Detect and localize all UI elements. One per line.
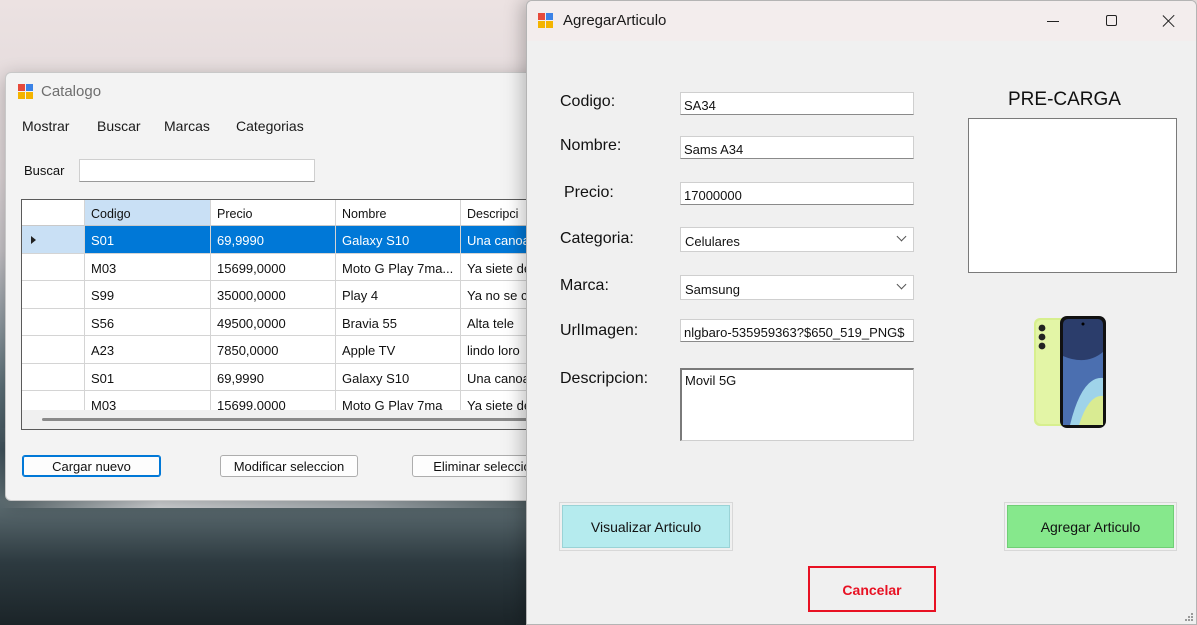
cell-nombre[interactable]: Moto G Play 7ma... xyxy=(336,253,461,281)
menu-bar: Mostrar Buscar Marcas Categorias xyxy=(6,115,564,139)
cell-codigo[interactable]: M03 xyxy=(85,253,211,281)
row-header[interactable] xyxy=(22,226,85,254)
catalogo-window: Catalogo Mostrar Buscar Marcas Categoria… xyxy=(5,72,565,501)
marca-value: Samsung xyxy=(685,282,740,297)
categoria-select[interactable]: Celulares xyxy=(680,227,914,252)
phone-preview-image xyxy=(1034,316,1106,428)
horizontal-scrollbar[interactable] xyxy=(22,410,564,429)
agregar-titlebar[interactable]: AgregarArticulo xyxy=(527,1,1196,41)
catalogo-titlebar[interactable]: Catalogo xyxy=(6,73,564,111)
cargar-nuevo-button[interactable]: Cargar nuevo xyxy=(22,455,161,477)
cell-nombre[interactable]: Apple TV xyxy=(336,336,461,364)
minimize-icon xyxy=(1047,21,1059,22)
cell-codigo[interactable]: S01 xyxy=(85,363,211,391)
cell-precio[interactable]: 69,9990 xyxy=(211,226,336,254)
maximize-icon xyxy=(1106,15,1117,26)
cell-precio[interactable]: 7850,0000 xyxy=(211,336,336,364)
window-title: Catalogo xyxy=(41,83,102,100)
cell-codigo[interactable]: S56 xyxy=(85,308,211,336)
row-header[interactable] xyxy=(22,281,85,309)
table-row[interactable]: A23 7850,0000 Apple TV lindo loro xyxy=(22,336,564,364)
search-label: Buscar xyxy=(24,163,65,178)
precio-field[interactable]: 17000000 xyxy=(680,182,914,205)
agregar-articulo-window: AgregarArticulo Codigo: SA34 Nombre: Sam… xyxy=(526,0,1197,625)
menu-mostrar[interactable]: Mostrar xyxy=(22,118,69,134)
chevron-down-icon xyxy=(896,279,907,290)
cell-precio[interactable]: 49500,0000 xyxy=(211,308,336,336)
grid-header: Codigo Precio Nombre Descripci xyxy=(22,200,564,226)
table-row[interactable]: M03 15699,0000 Moto G Play 7ma... Ya sie… xyxy=(22,253,564,281)
cancelar-button[interactable]: Cancelar xyxy=(808,566,936,612)
nombre-label: Nombre: xyxy=(560,137,622,154)
precio-label: Precio: xyxy=(564,184,614,201)
cell-precio[interactable]: 15699,0000 xyxy=(211,253,336,281)
window-title: AgregarArticulo xyxy=(563,12,667,29)
categoria-value: Celulares xyxy=(685,234,740,249)
descripcion-textarea[interactable]: Movil 5G xyxy=(680,368,914,441)
nombre-field[interactable]: Sams A34 xyxy=(680,136,914,159)
scrollbar-thumb[interactable] xyxy=(42,418,542,421)
row-header[interactable] xyxy=(22,336,85,364)
cell-nombre[interactable]: Galaxy S10 xyxy=(336,226,461,254)
codigo-field[interactable]: SA34 xyxy=(680,92,914,115)
column-header-precio[interactable]: Precio xyxy=(211,200,336,226)
descripcion-label: Descripcion: xyxy=(560,370,649,387)
articles-grid[interactable]: Codigo Precio Nombre Descripci S01 69,99… xyxy=(21,199,564,430)
cell-codigo[interactable]: A23 xyxy=(85,336,211,364)
app-icon xyxy=(538,13,554,29)
marca-label: Marca: xyxy=(560,277,609,294)
cell-nombre[interactable]: Bravia 55 xyxy=(336,308,461,336)
column-header-nombre[interactable]: Nombre xyxy=(336,200,461,226)
table-row[interactable]: S01 69,9990 Galaxy S10 Una canoa xyxy=(22,363,564,391)
cell-precio[interactable]: 35000,0000 xyxy=(211,281,336,309)
table-row[interactable]: S01 69,9990 Galaxy S10 Una canoa xyxy=(22,226,564,254)
app-icon xyxy=(18,84,34,100)
row-header[interactable] xyxy=(22,363,85,391)
cell-precio[interactable]: 69,9990 xyxy=(211,363,336,391)
chevron-down-icon xyxy=(896,231,907,242)
agregar-articulo-button[interactable]: Agregar Articulo xyxy=(1004,502,1177,551)
close-button[interactable] xyxy=(1140,1,1196,41)
table-row[interactable]: S99 35000,0000 Play 4 Ya no se c xyxy=(22,281,564,309)
precarga-label: PRE-CARGA xyxy=(1008,89,1121,110)
row-header-corner xyxy=(22,200,85,226)
cell-nombre[interactable]: Galaxy S10 xyxy=(336,363,461,391)
marca-select[interactable]: Samsung xyxy=(680,275,914,300)
current-row-arrow-icon xyxy=(31,236,36,244)
categoria-label: Categoria: xyxy=(560,230,634,247)
precarga-image-box xyxy=(968,118,1177,273)
menu-categorias[interactable]: Categorias xyxy=(236,118,304,134)
menu-marcas[interactable]: Marcas xyxy=(164,118,210,134)
url-label: UrlImagen: xyxy=(560,322,639,339)
column-header-codigo[interactable]: Codigo xyxy=(85,200,211,226)
minimize-button[interactable] xyxy=(1024,1,1082,41)
cell-nombre[interactable]: Play 4 xyxy=(336,281,461,309)
row-header[interactable] xyxy=(22,308,85,336)
maximize-button[interactable] xyxy=(1082,1,1140,41)
codigo-label: Codigo: xyxy=(560,93,616,110)
table-row[interactable]: S56 49500,0000 Bravia 55 Alta tele xyxy=(22,308,564,336)
url-imagen-field[interactable]: nlgbaro-535959363?$650_519_PNG$ xyxy=(680,319,914,342)
cell-codigo[interactable]: S01 xyxy=(85,226,211,254)
resize-grip-icon[interactable] xyxy=(1185,613,1193,621)
cell-codigo[interactable]: S99 xyxy=(85,281,211,309)
modificar-seleccion-button[interactable]: Modificar seleccion xyxy=(220,455,358,477)
search-input[interactable] xyxy=(79,159,315,182)
menu-buscar[interactable]: Buscar xyxy=(97,118,141,134)
row-header[interactable] xyxy=(22,253,85,281)
visualizar-articulo-button[interactable]: Visualizar Articulo xyxy=(559,502,733,551)
